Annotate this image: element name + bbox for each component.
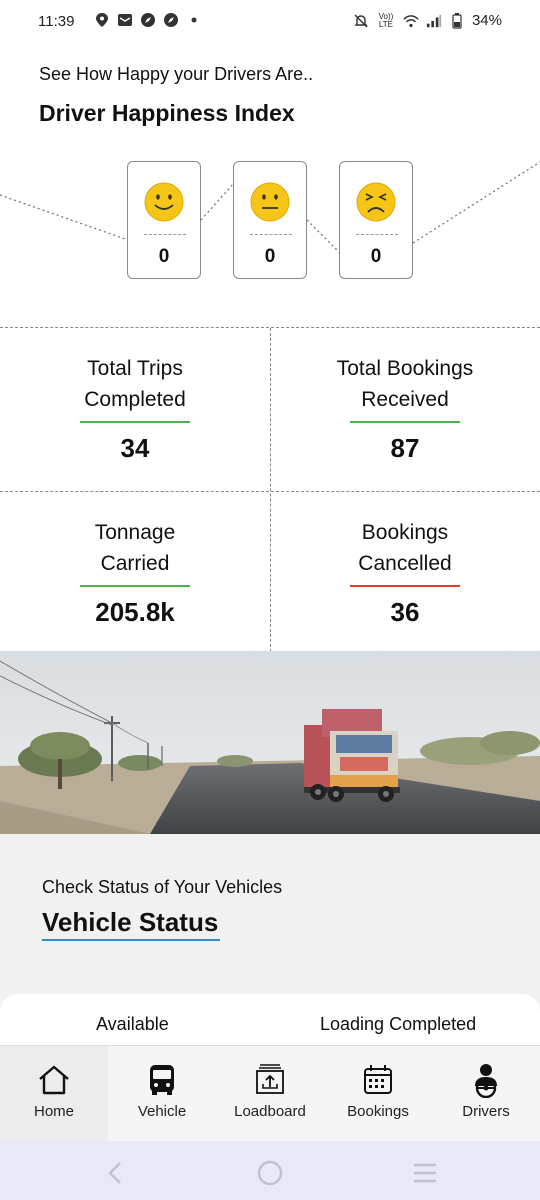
stat-accent-bar — [350, 585, 460, 587]
system-icons: Vo)) LTE 34% — [353, 12, 502, 29]
battery-icon — [449, 12, 465, 29]
nav-loadboard[interactable]: Loadboard — [216, 1046, 324, 1142]
stat-bookings-cancelled[interactable]: Bookings Cancelled 36 — [270, 517, 540, 628]
happy-face-icon — [144, 182, 184, 222]
nav-label: Drivers — [462, 1103, 510, 1120]
stat-value: 36 — [390, 597, 420, 627]
stat-label: Cancelled — [358, 552, 452, 575]
battery-percent: 34% — [471, 12, 502, 29]
sad-card[interactable]: 0 — [339, 161, 413, 279]
recents-icon[interactable] — [414, 1163, 436, 1183]
stat-accent-bar — [80, 585, 190, 587]
tab-available[interactable]: Available — [96, 1014, 169, 1035]
wifi-icon — [403, 13, 419, 29]
nav-home[interactable]: Home — [0, 1046, 108, 1142]
nav-bookings[interactable]: Bookings — [324, 1046, 432, 1142]
compass-icon — [163, 12, 179, 28]
stat-label: Total Trips — [87, 357, 183, 380]
grid-divider-horizontal — [0, 491, 540, 492]
happiness-title: Driver Happiness Index — [39, 100, 295, 126]
stat-label: Completed — [84, 388, 186, 411]
calendar-icon — [364, 1065, 392, 1094]
neutral-card[interactable]: 0 — [233, 161, 307, 279]
volte-label: Vo)) LTE — [378, 11, 394, 29]
stat-value: 34 — [120, 433, 150, 463]
stats-grid: Total Trips Completed 34 Total Bookings … — [0, 327, 540, 652]
system-navigation-bar — [0, 1141, 540, 1200]
card-divider — [250, 234, 292, 235]
system-nav-buttons — [108, 1160, 436, 1186]
stat-total-trips[interactable]: Total Trips Completed 34 — [0, 353, 270, 464]
neutral-count: 0 — [264, 246, 276, 267]
driver-icon — [475, 1064, 497, 1098]
stat-tonnage[interactable]: Tonnage Carried 205.8k — [0, 517, 270, 628]
nav-label: Bookings — [347, 1103, 409, 1120]
nav-label: Vehicle — [137, 1103, 187, 1120]
nav-label: Loadboard — [234, 1103, 306, 1120]
stat-label: Bookings — [361, 521, 449, 544]
nav-drivers[interactable]: Drivers — [432, 1046, 540, 1142]
mail-icon — [117, 12, 133, 28]
sad-count: 0 — [370, 246, 382, 267]
truck-road-illustration — [0, 651, 540, 834]
vehicle-status-title: Vehicle Status — [42, 907, 219, 937]
vehicle-status-underline — [42, 939, 220, 941]
nav-label: Home — [33, 1103, 74, 1120]
stat-label: Tonnage — [94, 521, 176, 544]
neutral-face-icon — [250, 182, 290, 222]
home-icon — [39, 1065, 69, 1095]
nav-vehicle[interactable]: Vehicle — [108, 1046, 216, 1142]
happy-card[interactable]: 0 — [127, 161, 201, 279]
truck-road-banner — [0, 651, 540, 834]
stat-accent-bar — [350, 421, 460, 423]
stat-value: 87 — [390, 433, 420, 463]
happy-count: 0 — [158, 246, 170, 267]
home-circle-icon[interactable] — [257, 1160, 283, 1186]
vehicle-status-section: Check Status of Your Vehicles Vehicle St… — [0, 834, 540, 1054]
stat-label: Carried — [100, 552, 170, 575]
sad-face-icon — [356, 182, 396, 222]
status-bar: 11:39 Vo)) LTE 34% — [0, 0, 540, 44]
tab-loading-completed[interactable]: Loading Completed — [320, 1014, 476, 1035]
mute-bell-icon — [353, 13, 369, 29]
card-divider — [356, 234, 398, 235]
stat-label: Total Bookings — [336, 357, 474, 380]
notification-icons — [94, 12, 202, 28]
signal-icon — [426, 13, 442, 29]
back-icon[interactable] — [108, 1162, 121, 1184]
bottom-navigation: Home Vehicle Loadboard Bookings Drivers — [0, 1045, 540, 1142]
card-divider — [144, 234, 186, 235]
loadboard-icon — [256, 1064, 284, 1094]
stat-accent-bar — [80, 421, 190, 423]
compass-icon — [140, 12, 156, 28]
status-time: 11:39 — [38, 13, 75, 30]
happiness-subtitle: See How Happy your Drivers Are.. — [39, 64, 314, 84]
dot-icon — [186, 12, 202, 28]
vehicle-status-subtitle: Check Status of Your Vehicles — [42, 877, 283, 897]
stat-label: Received — [361, 388, 449, 411]
stat-value: 205.8k — [95, 597, 175, 627]
stat-total-bookings[interactable]: Total Bookings Received 87 — [270, 353, 540, 464]
location-pin-icon — [94, 12, 110, 28]
bus-icon — [150, 1065, 174, 1095]
